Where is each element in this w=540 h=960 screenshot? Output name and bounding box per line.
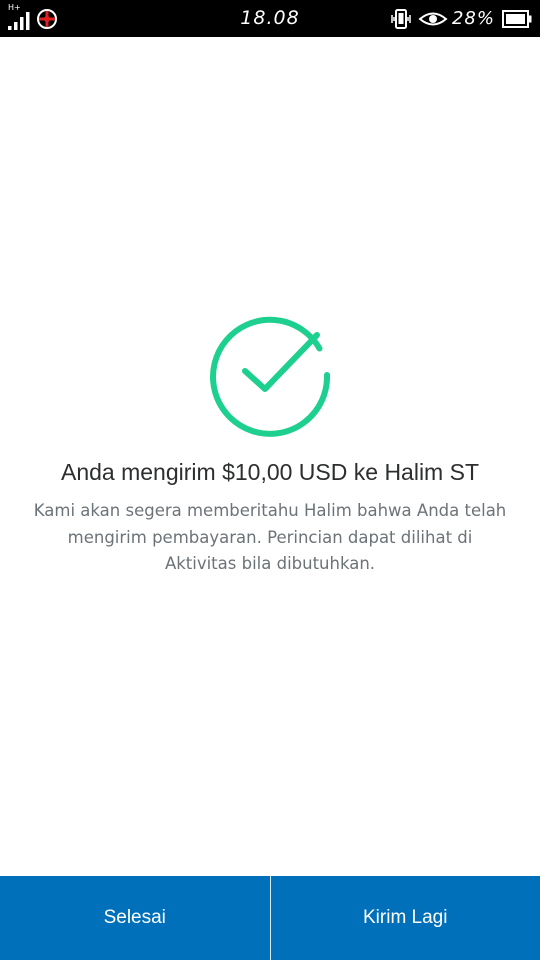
status-bar: H+ 18.08 28%	[0, 0, 540, 37]
send-again-button[interactable]: Kirim Lagi	[270, 876, 540, 960]
status-right-group: 28%	[390, 0, 532, 37]
vibrate-icon	[391, 8, 411, 29]
confirmation-title: Anda mengirim $10,00 USD ke Halim ST	[61, 459, 479, 485]
checkmark-circle-icon	[210, 316, 331, 437]
bottom-action-bar: Selesai Kirim Lagi	[0, 876, 540, 960]
eye-icon	[418, 12, 448, 25]
done-button[interactable]: Selesai	[0, 876, 270, 960]
battery-icon	[502, 9, 532, 28]
confirmation-message: Kami akan segera memberitahu Halim bahwa…	[33, 501, 507, 573]
battery-percent: 28%	[451, 8, 495, 29]
button-divider	[269, 876, 271, 960]
payment-success-screen: H+ 18.08 28% Anda mengirim $10,00 USD ke…	[0, 0, 540, 960]
